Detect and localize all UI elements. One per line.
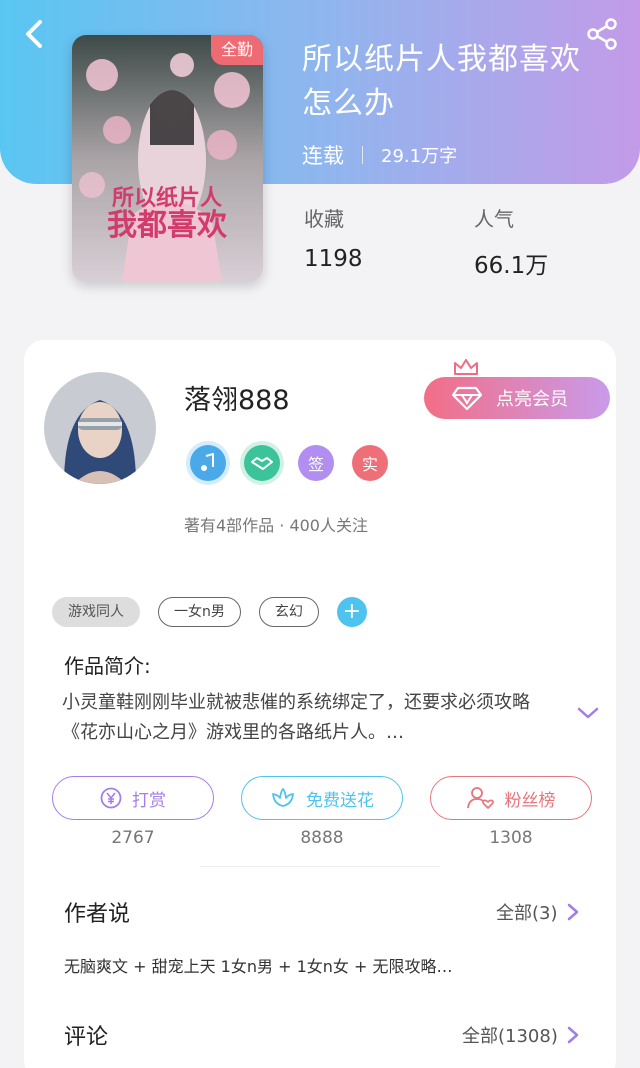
- fan-ranking-button[interactable]: 粉丝榜: [430, 776, 592, 820]
- author-badges: 签 实: [190, 445, 388, 481]
- vip-button[interactable]: 点亮会员: [424, 377, 610, 419]
- handshake-medal-icon[interactable]: [244, 445, 280, 481]
- book-meta: 连载 29.1万字: [302, 140, 457, 170]
- chevron-right-icon: [567, 1026, 579, 1044]
- author-says-text: 无脑爽文 + 甜宠上天 1女n男 + 1女n女 + 无限攻略…: [64, 957, 453, 976]
- stat-value: 66.1万: [474, 253, 549, 279]
- book-title: 所以纸片人我都喜欢怎么办: [302, 42, 581, 121]
- svg-text:我都喜欢: 我都喜欢: [107, 208, 228, 243]
- meta-divider: [362, 146, 363, 164]
- author-stats: 著有4部作品 · 400人关注: [184, 516, 368, 535]
- flower-icon: [272, 788, 294, 807]
- verified-badge[interactable]: 实: [352, 445, 388, 481]
- svg-text:所以纸片人: 所以纸片人: [112, 185, 222, 211]
- send-flower-button-label: 免费送花: [306, 790, 374, 811]
- book-cover[interactable]: 我都喜欢 所以纸片人 全勤: [72, 35, 263, 282]
- section-divider: [200, 866, 440, 867]
- stat-label: 人气: [474, 207, 514, 231]
- add-tag-button[interactable]: +: [336, 597, 367, 627]
- author-says-more-label: 全部(3): [496, 903, 558, 924]
- stat-label: 收藏: [304, 207, 344, 231]
- book-status: 连载: [302, 144, 344, 168]
- send-flower-button[interactable]: 免费送花: [241, 776, 403, 820]
- signed-badge[interactable]: 签: [298, 445, 334, 481]
- chevron-left-icon: [26, 20, 42, 48]
- reward-count: 2767: [111, 828, 155, 848]
- author-name: 落翎888: [184, 385, 290, 416]
- handshake-icon: [251, 457, 273, 470]
- crown-icon: [454, 359, 478, 375]
- comments-title: 评论: [64, 1025, 109, 1050]
- intro-text: 小灵童鞋刚刚毕业就被悲催的系统绑定了，还要求必须攻略《花亦山心之月》游戏里的各路…: [62, 692, 530, 743]
- intro-title: 作品简介:: [64, 654, 151, 678]
- flower-count: 8888: [300, 828, 344, 848]
- diamond-icon: [452, 386, 482, 411]
- word-count: 29.1万字: [381, 146, 458, 167]
- author-avatar[interactable]: [44, 372, 156, 484]
- avatar-image: [44, 372, 156, 484]
- fan-ranking-button-label: 粉丝榜: [504, 790, 556, 811]
- tag-list: 游戏同人 一女n男 玄幻 +: [52, 597, 367, 627]
- yen-coin-icon: [100, 787, 122, 809]
- reward-button-label: 打赏: [132, 790, 166, 811]
- stat-favorites: 收藏 1198: [304, 203, 363, 272]
- verified-badge-text: 实: [361, 455, 378, 474]
- vip-button-label: 点亮会员: [496, 389, 568, 410]
- author-says-title: 作者说: [64, 902, 131, 927]
- music-medal-icon[interactable]: [190, 445, 226, 481]
- stat-popularity: 人气 66.1万: [474, 203, 548, 280]
- full-attendance-badge: 全勤: [211, 35, 263, 65]
- fan-count: 1308: [489, 828, 533, 848]
- chevron-down-icon[interactable]: [576, 705, 600, 721]
- tag-item[interactable]: 游戏同人: [52, 597, 140, 627]
- music-note-icon: [201, 453, 214, 471]
- comments-more[interactable]: 全部(1308): [462, 1022, 580, 1048]
- chevron-right-icon: [567, 903, 578, 921]
- back-button[interactable]: [18, 16, 54, 52]
- reward-button[interactable]: 打赏: [52, 776, 214, 820]
- signed-badge-text: 签: [307, 455, 324, 474]
- author-says-more[interactable]: 全部(3): [496, 899, 580, 925]
- tag-item[interactable]: 玄幻: [258, 597, 319, 627]
- cover-illustration: 我都喜欢 所以纸片人: [72, 35, 263, 282]
- user-heart-icon: [466, 787, 494, 809]
- comments-more-label: 全部(1308): [462, 1026, 558, 1047]
- tag-item[interactable]: 一女n男: [158, 597, 241, 627]
- stat-value: 1198: [304, 246, 363, 272]
